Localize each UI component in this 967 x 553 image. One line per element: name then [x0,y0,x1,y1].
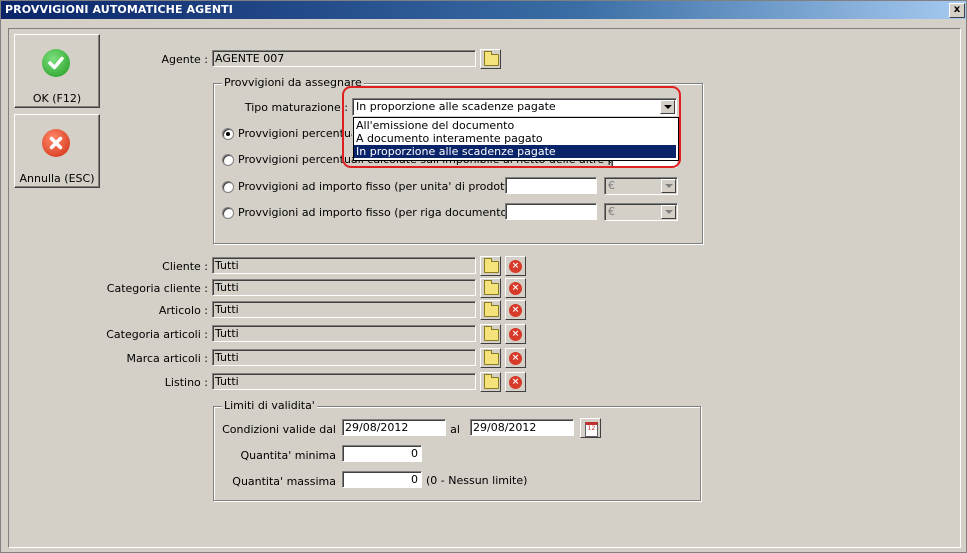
cancel-button[interactable]: Annulla (ESC) [14,114,100,188]
filter-cliente-clear-button[interactable]: × [505,256,526,276]
window-title: PROVVIGIONI AUTOMATICHE AGENTI [5,3,233,16]
filter-cliente-browse-button[interactable] [480,256,501,276]
agent-label: Agente : [161,53,208,66]
filter-categoria-articoli-field[interactable]: Tutti [212,325,476,342]
valuta-riga-value: € [608,205,615,218]
quantita-minima-field[interactable]: 0 [342,445,422,462]
folder-icon [484,280,499,295]
folder-icon [484,258,499,273]
filter-listino-label: Listino : [164,376,208,389]
filter-cliente-label: Cliente : [162,260,208,273]
filter-articolo-browse-button[interactable] [480,300,501,320]
folder-icon [484,350,499,365]
cancel-x-icon [42,129,70,157]
filter-listino-field[interactable]: Tutti [212,373,476,390]
date-to-field[interactable]: 29/08/2012 [470,419,574,436]
ok-button[interactable]: OK (F12) [14,34,100,108]
condizioni-dal-label: Condizioni valide dal [222,423,336,436]
filter-listino-browse-button[interactable] [480,372,501,392]
radio-importo-riga-label: Provvigioni ad importo fisso (per riga d… [238,206,512,219]
check-icon [42,49,70,77]
valuta-riga-select[interactable]: € [604,203,678,221]
limiti-group-title: Limiti di validita' [222,399,317,412]
quantita-minima-label: Quantita' minima [240,449,336,462]
filter-categoria-cliente-field[interactable]: Tutti [212,279,476,296]
date-from-field[interactable]: 29/08/2012 [342,419,446,436]
calendar-button[interactable]: 12 [580,418,601,438]
filter-articolo-label: Articolo : [158,304,208,317]
importo-unita-field[interactable] [505,177,597,194]
filter-marca-articoli-label: Marca articoli : [126,352,208,365]
filter-categoria-cliente-browse-button[interactable] [480,278,501,298]
clear-icon: × [509,352,522,365]
chevron-down-icon[interactable] [661,205,676,219]
quantita-massima-field[interactable]: 0 [342,471,422,488]
provvigioni-group-title: Provvigioni da assegnare [222,76,364,89]
filter-categoria-articoli-label: Categoria articoli : [106,328,208,341]
highlight-annotation [342,86,681,168]
clear-icon: × [509,328,522,341]
close-button[interactable]: x [949,3,965,18]
chevron-down-icon[interactable] [661,179,676,193]
clear-icon: × [509,304,522,317]
clear-icon: × [509,260,522,273]
agent-field[interactable]: AGENTE 007 [212,50,476,67]
title-bar[interactable]: PROVVIGIONI AUTOMATICHE AGENTI x [1,1,966,19]
radio-importo-riga[interactable] [222,207,234,219]
clear-icon: × [509,376,522,389]
ok-button-label: OK (F12) [32,92,82,105]
radio-percentuali[interactable] [222,128,234,140]
cancel-button-label: Annulla (ESC) [19,172,95,185]
al-label: al [450,423,460,436]
valuta-unita-value: € [608,179,615,192]
filter-categoria-articoli-browse-button[interactable] [480,324,501,344]
filter-marca-articoli-clear-button[interactable]: × [505,348,526,368]
calendar-icon: 12 [585,422,598,437]
radio-importo-unita-label: Provvigioni ad importo fisso (per unita'… [238,180,520,193]
filter-categoria-articoli-clear-button[interactable]: × [505,324,526,344]
filter-categoria-cliente-label: Categoria cliente : [106,282,208,295]
filter-categoria-cliente-clear-button[interactable]: × [505,278,526,298]
agent-browse-button[interactable] [480,49,501,69]
radio-percentuali-netto[interactable] [222,154,234,166]
clear-icon: × [509,282,522,295]
quantita-massima-label: Quantita' massima [232,475,336,488]
filter-articolo-clear-button[interactable]: × [505,300,526,320]
filter-cliente-field[interactable]: Tutti [212,257,476,274]
importo-riga-field[interactable] [505,203,597,220]
filter-marca-articoli-field[interactable]: Tutti [212,349,476,366]
filter-articolo-field[interactable]: Tutti [212,301,476,318]
filter-listino-clear-button[interactable]: × [505,372,526,392]
filter-marca-articoli-browse-button[interactable] [480,348,501,368]
quantita-massima-hint: (0 - Nessun limite) [426,474,528,487]
tipo-maturazione-label: Tipo maturazione : [244,101,348,114]
radio-importo-unita[interactable] [222,181,234,193]
radio-percentuali-label: Provvigioni percentuali c [238,127,352,140]
folder-icon [484,326,499,341]
folder-icon [484,302,499,317]
folder-icon [484,51,499,66]
valuta-unita-select[interactable]: € [604,177,678,195]
folder-icon [484,374,499,389]
